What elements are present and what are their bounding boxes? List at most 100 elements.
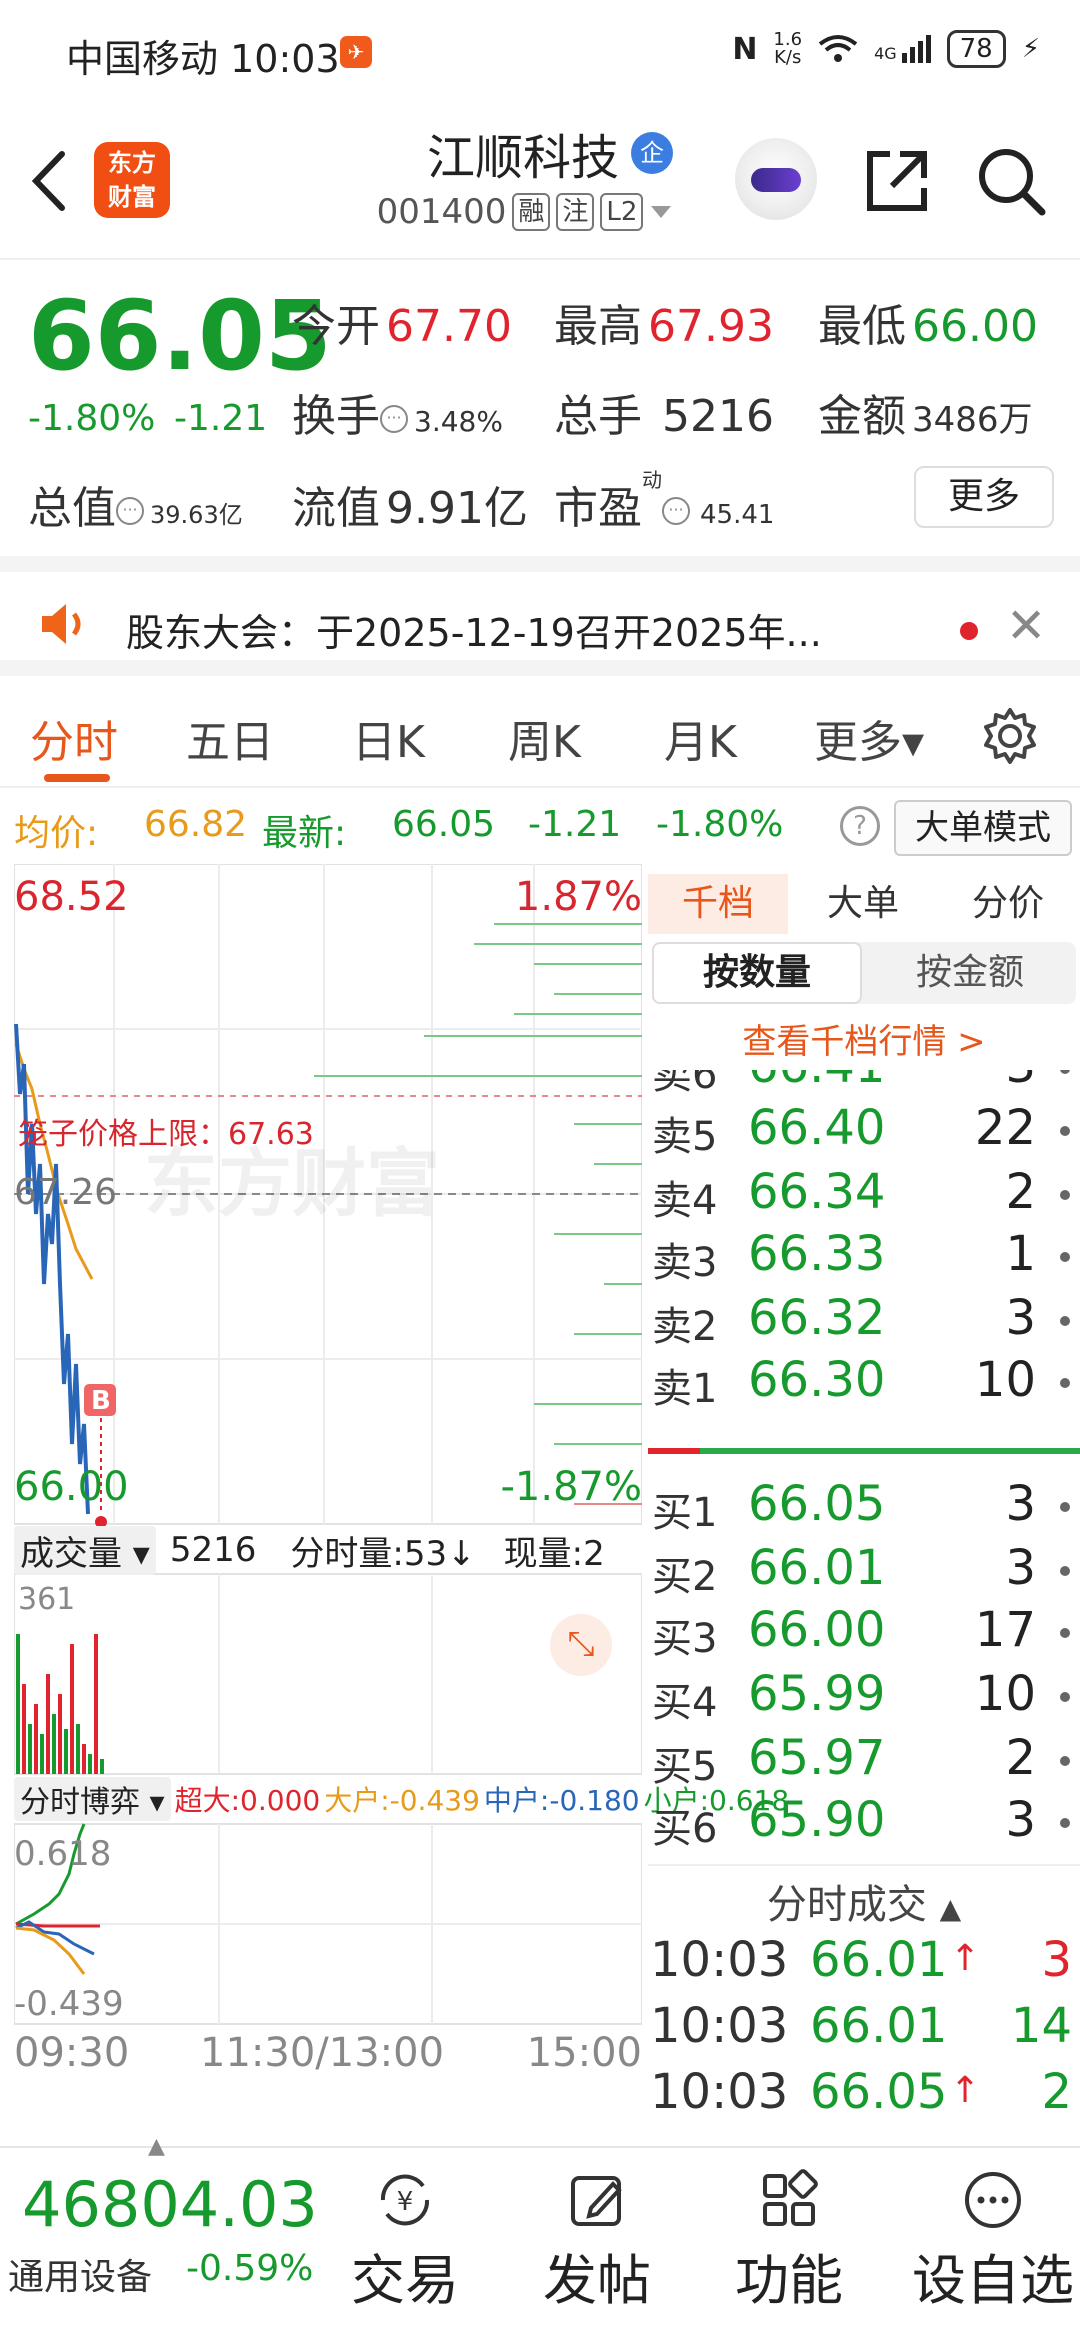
bid-ask-ratio-bar [648, 1448, 1080, 1454]
turnover-rate: 换手 ··· 3.48% [292, 391, 503, 442]
watermark: 东方财富 [144, 1141, 440, 1227]
search-icon[interactable] [974, 144, 1048, 218]
post-button[interactable]: 发帖 [522, 2168, 672, 2315]
ask-row-4[interactable]: 卖4 66.34 2 [648, 1164, 1080, 1226]
volume-max-label: 361 [18, 1582, 76, 1617]
bid-row-4[interactable]: 买4 65.99 10 [648, 1666, 1080, 1728]
low-price: 最低 66.00 [818, 301, 1038, 352]
tag-margin: 融 [512, 193, 551, 231]
tab-five-day[interactable]: 五日 [186, 706, 274, 770]
info-circle-icon[interactable]: ··· [380, 405, 408, 433]
tab-qiandang[interactable]: 千档 [648, 874, 788, 934]
announcement-banner[interactable]: 股东大会：于2025-12-19召开2025年... ✕ [0, 556, 1080, 676]
volume-selector[interactable]: 成交量 ▾ [14, 1525, 156, 1575]
pe-ratio: 市盈动··· 45.41 [554, 468, 775, 534]
close-icon[interactable]: ✕ [1006, 598, 1046, 654]
y-max-label: 68.52 [14, 874, 129, 920]
tab-dadan[interactable]: 大单 [798, 874, 928, 934]
info-circle-icon[interactable]: ··· [662, 497, 690, 525]
help-icon[interactable]: ? [840, 806, 880, 846]
bid-row-2[interactable]: 买2 66.01 3 [648, 1540, 1080, 1602]
functions-button[interactable]: 功能 [714, 2168, 864, 2315]
volume-total: 5216 [169, 1530, 257, 1570]
ask-row-2[interactable]: 卖2 66.32 3 [648, 1290, 1080, 1352]
tab-fenjia[interactable]: 分价 [938, 874, 1078, 934]
more-quote-button[interactable]: 更多 [914, 466, 1054, 528]
nfc-icon: N [732, 31, 758, 67]
bid-row-6[interactable]: 买6 65.90 3 [648, 1792, 1080, 1854]
ref-price-label: 67.26 [14, 1172, 118, 1213]
status-bar: 中国移动 10:03 ✈ N 1.6 K/s 4G 78 ⚡ [0, 0, 1080, 100]
wifi-icon [818, 35, 858, 62]
yuan-exchange-icon: ¥ [380, 2174, 430, 2226]
tab-monthly-k[interactable]: 月K [664, 706, 737, 770]
tab-weekly-k[interactable]: 周K [508, 706, 581, 770]
tag-registration: 注 [556, 193, 595, 231]
volume-bars [16, 1634, 104, 1774]
open-price: 今开 67.70 [292, 301, 512, 352]
volume-current: 现量:2 [503, 1533, 605, 1574]
latest-pct: -1.80% [656, 804, 784, 845]
active-tab-indicator [44, 774, 110, 782]
total-volume: 总手 5216 [554, 391, 774, 442]
pct-min-label: -1.87% [500, 1464, 642, 1510]
quote-panel: 66.05 -1.80% -1.21 今开 67.70 最高 67.93 最低 66.… [0, 262, 1080, 554]
by-amount-toggle[interactable]: 按金额 [864, 942, 1076, 1004]
pct-max-label: 1.87% [514, 874, 642, 920]
view-depth-link[interactable]: 查看千档行情 > [648, 1014, 1080, 1063]
caret-up-icon[interactable]: ▲ [148, 2134, 165, 2159]
trade-button[interactable]: ¥ 交易 [330, 2168, 480, 2315]
ask-row-5[interactable]: 卖5 66.40 22 [648, 1100, 1080, 1162]
stock-code: 001400 [376, 192, 507, 232]
sector-index-change: -0.59% [186, 2248, 314, 2289]
bid-row-5[interactable]: 买5 65.97 2 [648, 1730, 1080, 1792]
dropdown-triangle-icon[interactable] [649, 204, 673, 220]
speaker-icon [42, 604, 81, 644]
tab-intraday[interactable]: 分时 [30, 706, 118, 770]
book-mode-toggle: 按数量 按金额 [652, 942, 1076, 1004]
net-speed: 1.6 K/s [773, 29, 803, 68]
order-book-panel: 千档 大单 分价 按数量 按金额 查看千档行情 > 卖6 66.41 3 卖5 … [648, 864, 1080, 2124]
trades-title[interactable]: 分时成交 ▲ [648, 1872, 1080, 1930]
intraday-chart[interactable]: 68.52 1.87% 笼子价格上限：67.63 67.26 东方财富 B 66… [14, 864, 789, 2094]
avg-value: 66.82 [144, 804, 248, 845]
add-watchlist-button[interactable]: 设自选 [906, 2168, 1080, 2315]
ask-row-3[interactable]: 卖3 66.33 1 [648, 1226, 1080, 1288]
bottom-bar: ▲ 46804.03 通用设备 -0.59% ¥ 交易 发帖 功能 设自选 [0, 2134, 1080, 2340]
tab-more[interactable]: 更多▾ [814, 706, 924, 770]
sector-index-name[interactable]: 通用设备 [8, 2248, 152, 2300]
ask-row-1[interactable]: 卖1 66.30 10 [648, 1352, 1080, 1414]
charging-icon: ⚡ [1021, 34, 1040, 64]
status-icons: N 1.6 K/s 4G 78 ⚡ [732, 30, 1040, 68]
caret-up-icon: ▲ [939, 1892, 962, 1925]
stock-name: 江顺科技 [426, 130, 619, 186]
clock: 10:03 [230, 37, 340, 81]
carrier-name: 中国移动 [66, 37, 219, 81]
chart-tabs: 分时 五日 日K 周K 月K 更多▾ [0, 676, 1080, 788]
latest-label: 最新: [262, 813, 347, 854]
tab-daily-k[interactable]: 日K [352, 706, 425, 770]
by-quantity-toggle[interactable]: 按数量 [652, 942, 862, 1004]
share-icon[interactable] [860, 144, 934, 218]
expand-icon[interactable]: ⤡ [550, 1614, 612, 1676]
flow-selector[interactable]: 分时博弈 ▾ [14, 1777, 171, 1821]
settings-gear-icon[interactable] [980, 706, 1040, 766]
bid-row-1[interactable]: 买1 66.05 3 [648, 1476, 1080, 1538]
stock-header: 东方 财富 江顺科技 企 001400 融 注 L2 [0, 100, 1080, 260]
ask-row-6[interactable]: 卖6 66.41 3 [648, 1070, 1080, 1100]
sector-index-value[interactable]: 46804.03 [22, 2168, 318, 2241]
ask-list: 卖6 66.41 3 卖5 66.40 22 卖4 66.34 2 卖3 66.… [648, 1070, 1080, 1470]
notification-app-icon: ✈ [340, 36, 372, 68]
signal-icon: 4G [874, 35, 931, 63]
latest-change: -1.21 [528, 804, 622, 845]
latest-value: 66.05 [392, 804, 496, 845]
big-order-mode-button[interactable]: 大单模式 [894, 800, 1072, 856]
book-tabs: 千档 大单 分价 [648, 874, 1080, 934]
ai-assistant-robot-icon[interactable] [735, 138, 817, 220]
time-tick-close: 15:00 [526, 2030, 642, 2076]
battery-indicator: 78 [946, 30, 1006, 68]
info-circle-icon[interactable]: ··· [116, 497, 144, 525]
avg-price-line: 均价: 66.82 最新: 66.05 -1.21 -1.80% ? 大单模式 [0, 794, 1080, 862]
buy-marker[interactable]: B [91, 1386, 111, 1416]
bid-row-3[interactable]: 买3 66.00 17 [648, 1602, 1080, 1664]
